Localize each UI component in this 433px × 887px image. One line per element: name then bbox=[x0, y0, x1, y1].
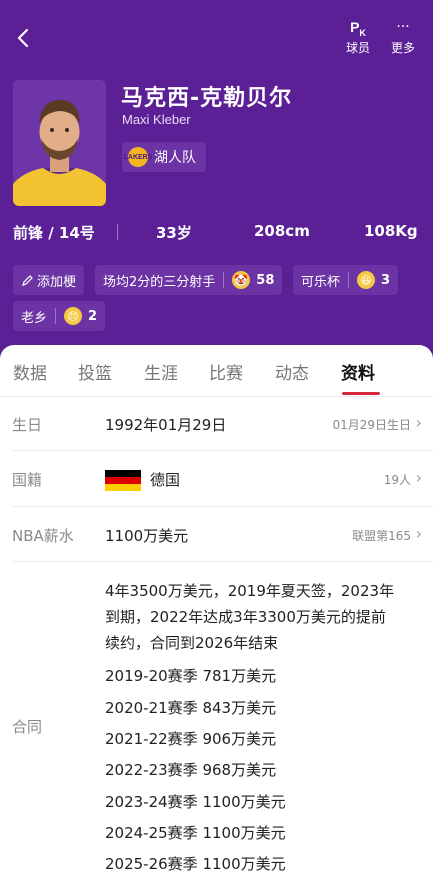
player-name-en: Maxi Kleber bbox=[122, 112, 191, 127]
back-chevron-icon[interactable] bbox=[12, 26, 36, 50]
contract-season: 2023-24赛季 1100万美元 bbox=[105, 793, 286, 811]
contract-season: 2025-26赛季 1100万美元 bbox=[105, 855, 286, 873]
team-name: 湖人队 bbox=[154, 150, 196, 166]
nationality-value: 德国 bbox=[150, 471, 181, 489]
pk-icon: PK bbox=[350, 19, 366, 38]
tab-profile[interactable]: 资料 bbox=[341, 359, 375, 384]
row-divider bbox=[12, 561, 433, 562]
player-avatar bbox=[13, 80, 106, 206]
contract-label: 合同 bbox=[12, 718, 43, 736]
contract-season: 2020-21赛季 843万美元 bbox=[105, 699, 277, 717]
tag-label: 可乐杯 bbox=[301, 274, 341, 290]
tag-divider bbox=[348, 272, 350, 288]
contract-season: 2019-20赛季 781万美元 bbox=[105, 667, 277, 685]
laughing-emoji-icon: 😆 bbox=[357, 271, 376, 289]
nationality-label: 国籍 bbox=[12, 471, 43, 489]
more-caption: 更多 bbox=[390, 41, 415, 55]
player-name-cn: 马克西-克勒贝尔 bbox=[121, 86, 293, 111]
player-hero: PK 球员 ··· 更多 马克西-克勒贝尔 Maxi Kleber LAKERS… bbox=[0, 0, 433, 370]
contract-season: 2022-23赛季 968万美元 bbox=[105, 761, 277, 779]
chevron-right-icon[interactable]: › bbox=[416, 413, 422, 432]
tag-label: 老乡 bbox=[21, 310, 48, 326]
tabs-divider bbox=[0, 396, 433, 397]
contract-season: 2024-25赛季 1100万美元 bbox=[105, 824, 286, 842]
tag-count: 58 bbox=[256, 272, 275, 288]
row-divider bbox=[12, 450, 433, 451]
more-button[interactable]: ··· 更多 bbox=[383, 18, 423, 56]
salary-rank-link[interactable]: 联盟第165 bbox=[352, 527, 411, 544]
contract-summary-line: 到期，2022年达成3年3300万美元的提前 bbox=[105, 608, 386, 626]
pk-button[interactable]: PK 球员 bbox=[338, 18, 378, 56]
stat-weight: 108Kg bbox=[364, 222, 418, 240]
tab-career[interactable]: 生涯 bbox=[144, 359, 178, 384]
tag-count: 3 bbox=[381, 272, 391, 288]
tab-shooting[interactable]: 投篮 bbox=[78, 359, 112, 384]
germany-flag-icon bbox=[105, 470, 141, 491]
tag-divider bbox=[55, 308, 57, 324]
pk-caption: 球员 bbox=[345, 41, 370, 55]
add-tag-label: 添加梗 bbox=[37, 274, 77, 290]
clown-emoji-icon: 🤡 bbox=[232, 271, 251, 289]
salary-value: 1100万美元 bbox=[105, 527, 189, 545]
stat-position: 前锋 / 14号 bbox=[13, 224, 95, 242]
birthday-link[interactable]: 01月29日生日 bbox=[332, 416, 411, 433]
tab-feed[interactable]: 动态 bbox=[275, 359, 309, 384]
chevron-right-icon[interactable]: › bbox=[416, 468, 422, 487]
tag-cola-cup[interactable]: 可乐杯 😆 3 bbox=[293, 265, 399, 295]
contract-season: 2021-22赛季 906万美元 bbox=[105, 730, 277, 748]
row-divider bbox=[12, 506, 433, 507]
contract-summary-line: 4年3500万美元，2019年夏天签，2023年 bbox=[105, 582, 395, 600]
more-icon: ··· bbox=[396, 19, 410, 35]
stat-age: 33岁 bbox=[156, 224, 192, 242]
nationality-link[interactable]: 19人 bbox=[384, 471, 411, 488]
active-tab-indicator bbox=[342, 392, 380, 395]
chevron-right-icon[interactable]: › bbox=[416, 524, 422, 543]
stat-divider bbox=[117, 224, 118, 240]
tab-games[interactable]: 比赛 bbox=[209, 359, 243, 384]
lakers-logo-icon: LAKERS bbox=[124, 147, 152, 167]
salary-label: NBA薪水 bbox=[12, 527, 74, 545]
contract-summary-line: 续约，合同到2026年结束 bbox=[105, 634, 279, 652]
tag-label: 场均2分的三分射手 bbox=[103, 274, 216, 290]
angry-emoji-icon: 😠 bbox=[64, 307, 83, 325]
add-tag-button[interactable]: 添加梗 bbox=[13, 265, 85, 295]
birthday-value: 1992年01月29日 bbox=[105, 416, 227, 434]
player-stats: 前锋 / 14号 33岁 208cm 108Kg bbox=[0, 222, 433, 244]
stat-height: 208cm bbox=[254, 222, 310, 240]
tag-divider bbox=[223, 272, 225, 288]
pencil-icon bbox=[22, 274, 33, 286]
tag-fellow[interactable]: 老乡 😠 2 bbox=[13, 301, 106, 331]
team-badge[interactable]: LAKERS 湖人队 bbox=[122, 142, 206, 172]
tab-stats[interactable]: 数据 bbox=[13, 359, 47, 384]
tag-three-point-shooter[interactable]: 场均2分的三分射手 🤡 58 bbox=[95, 265, 283, 295]
birthday-label: 生日 bbox=[12, 416, 43, 434]
tag-count: 2 bbox=[88, 308, 98, 324]
